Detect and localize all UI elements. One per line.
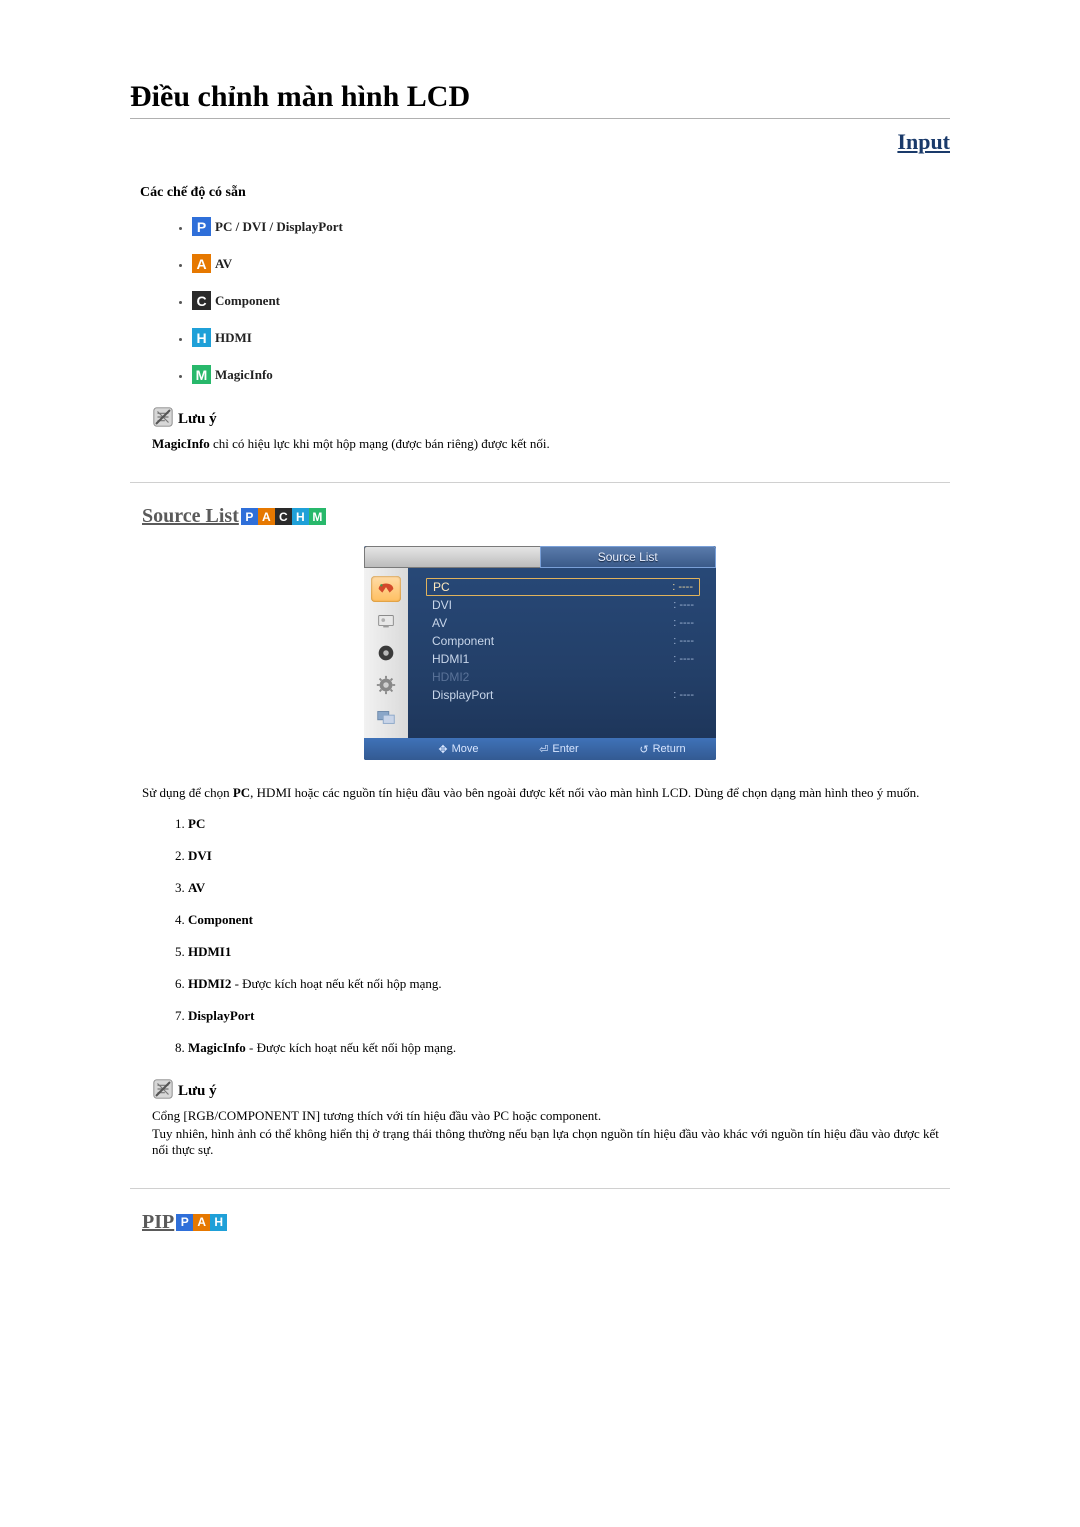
mode-label: Component — [215, 293, 280, 309]
page-title: Điều chỉnh màn hình LCD — [130, 80, 950, 114]
source-list-description: Sử dụng để chọn PC, HDMI hoặc các nguồn … — [142, 784, 938, 802]
title-separator — [130, 118, 950, 119]
osd-row-value: : ---- — [673, 653, 694, 665]
modes-heading: Các chế độ có sẵn — [140, 185, 950, 201]
mode-item-pc: P PC / DVI / DisplayPort — [192, 217, 950, 236]
osd-footer-enter: ⏎Enter — [539, 743, 579, 756]
list-item: DVI — [188, 848, 950, 864]
note-body: MagicInfo chỉ có hiệu lực khi một hộp mạ… — [152, 436, 950, 452]
a-badge-icon: A — [193, 1214, 210, 1231]
osd-row-pc[interactable]: PC : ---- — [426, 578, 700, 596]
osd-row-label: HDMI2 — [432, 670, 469, 684]
c-badge-icon: C — [192, 291, 211, 310]
source-ordered-list: PC DVI AV Component HDMI1 HDMI2 - Được k… — [188, 816, 950, 1056]
note-icon — [152, 406, 174, 428]
return-icon: ↺ — [639, 743, 648, 756]
note-title: Lưu ý — [178, 411, 217, 428]
osd-row-label: Component — [432, 634, 494, 648]
osd-row-label: DVI — [432, 598, 452, 612]
a-badge-icon: A — [192, 254, 211, 273]
source-list-heading: Source List P A C H M — [142, 505, 950, 528]
osd-side-sound-icon[interactable] — [371, 640, 401, 666]
osd-row-dvi[interactable]: DVI : ---- — [426, 596, 700, 614]
osd-row-value: : ---- — [672, 581, 693, 593]
p-badge-icon: P — [192, 217, 211, 236]
h-badge-icon: H — [192, 328, 211, 347]
osd-row-hdmi1[interactable]: HDMI1 : ---- — [426, 650, 700, 668]
note-title: Lưu ý — [178, 1083, 217, 1100]
osd-side-input-icon[interactable] — [371, 576, 401, 602]
osd-row-label: AV — [432, 616, 447, 630]
p-badge-icon: P — [241, 508, 258, 525]
osd-footer: ✥Move ⏎Enter ↺Return — [364, 738, 716, 760]
input-link[interactable]: Input — [130, 129, 950, 155]
osd-tab-blank — [364, 546, 540, 568]
c-badge-icon: C — [275, 508, 292, 525]
note-block-1: Lưu ý MagicInfo chỉ có hiệu lực khi một … — [152, 406, 950, 452]
pip-heading: PIP P A H — [142, 1211, 950, 1234]
osd-row-hdmi2: HDMI2 — [426, 668, 700, 686]
list-item: MagicInfo - Được kích hoạt nếu kết nối h… — [188, 1040, 950, 1056]
osd-row-av[interactable]: AV : ---- — [426, 614, 700, 632]
note-icon — [152, 1078, 174, 1100]
pip-title[interactable]: PIP — [142, 1211, 174, 1234]
section-separator — [130, 1188, 950, 1189]
osd-side-picture-icon[interactable] — [371, 608, 401, 634]
mode-item-av: A AV — [192, 254, 950, 273]
osd-side-setup-icon[interactable] — [371, 672, 401, 698]
note-body-line1: Cổng [RGB/COMPONENT IN] tương thích với … — [152, 1108, 950, 1124]
list-item: PC — [188, 816, 950, 832]
note-body-line2: Tuy nhiên, hình ảnh có thể không hiển th… — [152, 1126, 950, 1158]
osd-tab-title: Source List — [540, 546, 717, 568]
osd-sidebar — [364, 568, 408, 738]
osd-row-displayport[interactable]: DisplayPort : ---- — [426, 686, 700, 704]
osd-row-value: : ---- — [673, 635, 694, 647]
osd-panel: Source List PC : ---- DVI : ---- — [364, 546, 716, 760]
osd-row-component[interactable]: Component : ---- — [426, 632, 700, 650]
h-badge-icon: H — [292, 508, 309, 525]
mode-item-magicinfo: M MagicInfo — [192, 365, 950, 384]
osd-side-multi-icon[interactable] — [371, 704, 401, 730]
move-icon: ✥ — [438, 743, 447, 756]
list-item: Component — [188, 912, 950, 928]
m-badge-icon: M — [192, 365, 211, 384]
enter-icon: ⏎ — [539, 743, 548, 756]
mode-item-component: C Component — [192, 291, 950, 310]
list-item: AV — [188, 880, 950, 896]
list-item: DisplayPort — [188, 1008, 950, 1024]
modes-list: P PC / DVI / DisplayPort A AV C Componen… — [192, 217, 950, 384]
osd-row-label: PC — [433, 580, 450, 594]
osd-row-value: : ---- — [673, 689, 694, 701]
h-badge-icon: H — [210, 1214, 227, 1231]
mode-label: AV — [215, 256, 232, 272]
mode-label: MagicInfo — [215, 367, 273, 383]
osd-list: PC : ---- DVI : ---- AV : ---- Component… — [408, 568, 716, 738]
mode-label: HDMI — [215, 330, 252, 346]
osd-footer-return: ↺Return — [639, 743, 685, 756]
p-badge-icon: P — [176, 1214, 193, 1231]
a-badge-icon: A — [258, 508, 275, 525]
source-list-title[interactable]: Source List — [142, 505, 239, 528]
m-badge-icon: M — [309, 508, 326, 525]
mode-item-hdmi: H HDMI — [192, 328, 950, 347]
osd-row-label: DisplayPort — [432, 688, 493, 702]
list-item: HDMI1 — [188, 944, 950, 960]
list-item: HDMI2 - Được kích hoạt nếu kết nối hộp m… — [188, 976, 950, 992]
mode-label: PC / DVI / DisplayPort — [215, 219, 343, 235]
osd-row-value: : ---- — [673, 617, 694, 629]
osd-footer-move: ✥Move — [438, 743, 478, 756]
section-separator — [130, 482, 950, 483]
osd-row-value: : ---- — [673, 599, 694, 611]
note-block-2: Lưu ý Cổng [RGB/COMPONENT IN] tương thíc… — [152, 1078, 950, 1158]
osd-row-label: HDMI1 — [432, 652, 469, 666]
